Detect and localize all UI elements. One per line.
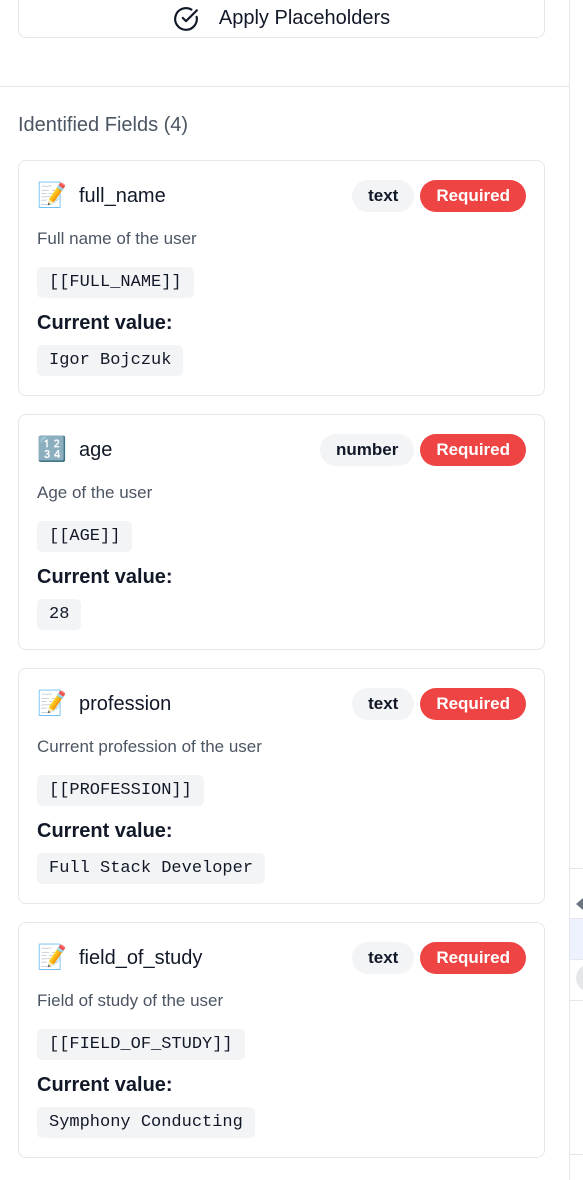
memo-icon: 📝 — [37, 944, 67, 971]
field-description: Full name of the user — [37, 229, 197, 248]
current-value: Symphony Conducting — [37, 1107, 255, 1138]
current-value: Igor Bojczuk — [37, 345, 184, 376]
type-badge: text — [352, 180, 415, 212]
type-badge: number — [319, 434, 415, 466]
type-badge: text — [352, 942, 415, 974]
placeholder-code: [[PROFESSION]] — [37, 775, 204, 806]
placeholder-code: [[FIELD_OF_STUDY]] — [37, 1029, 245, 1060]
adjacent-panel-edge — [570, 868, 583, 1180]
field-card-field-of-study: 📝 field_of_study text Required Field of … — [18, 922, 545, 1158]
field-name: field_of_study — [79, 946, 203, 969]
field-card-full-name: 📝 full_name text Required Full name of t… — [18, 160, 545, 396]
avatar-edge — [576, 964, 583, 992]
required-badge: Required — [420, 180, 526, 212]
memo-icon: 📝 — [37, 182, 67, 209]
current-value: 28 — [37, 599, 82, 630]
field-card-profession: 📝 profession text Required Current profe… — [18, 668, 545, 904]
field-description: Age of the user — [37, 483, 153, 502]
selected-row-edge[interactable] — [570, 918, 583, 960]
required-badge: Required — [420, 688, 526, 720]
field-name: full_name — [79, 184, 166, 207]
divider — [570, 1000, 583, 1001]
current-value-label: Current value: — [37, 1074, 173, 1096]
divider — [570, 1154, 583, 1155]
check-circle-icon — [173, 6, 199, 32]
section-title: Identified Fields (4) — [18, 114, 189, 136]
placeholder-code: [[AGE]] — [37, 521, 133, 552]
apply-placeholders-button[interactable]: Apply Placeholders — [18, 0, 545, 38]
current-value-label: Current value: — [37, 820, 173, 842]
current-value: Full Stack Developer — [37, 853, 266, 884]
required-badge: Required — [420, 942, 526, 974]
memo-icon: 📝 — [37, 690, 67, 717]
type-badge: text — [352, 688, 415, 720]
fields-panel: Apply Placeholders Identified Fields (4)… — [0, 0, 570, 1180]
apply-section: Apply Placeholders — [0, 0, 569, 87]
field-description: Field of study of the user — [37, 991, 224, 1010]
apply-placeholders-label: Apply Placeholders — [218, 6, 391, 29]
field-card-age: 🔢 age number Required Age of the user [[… — [18, 414, 545, 650]
field-list: 📝 full_name text Required Full name of t… — [18, 160, 545, 1176]
field-name: age — [79, 438, 113, 461]
placeholder-code: [[FULL_NAME]] — [37, 267, 194, 298]
current-value-label: Current value: — [37, 566, 173, 588]
current-value-label: Current value: — [37, 312, 173, 334]
required-badge: Required — [420, 434, 526, 466]
divider — [570, 868, 583, 869]
field-name: profession — [79, 692, 172, 715]
numbers-icon: 🔢 — [37, 436, 67, 463]
collapse-arrow-icon[interactable] — [576, 898, 583, 910]
field-description: Current profession of the user — [37, 737, 262, 756]
